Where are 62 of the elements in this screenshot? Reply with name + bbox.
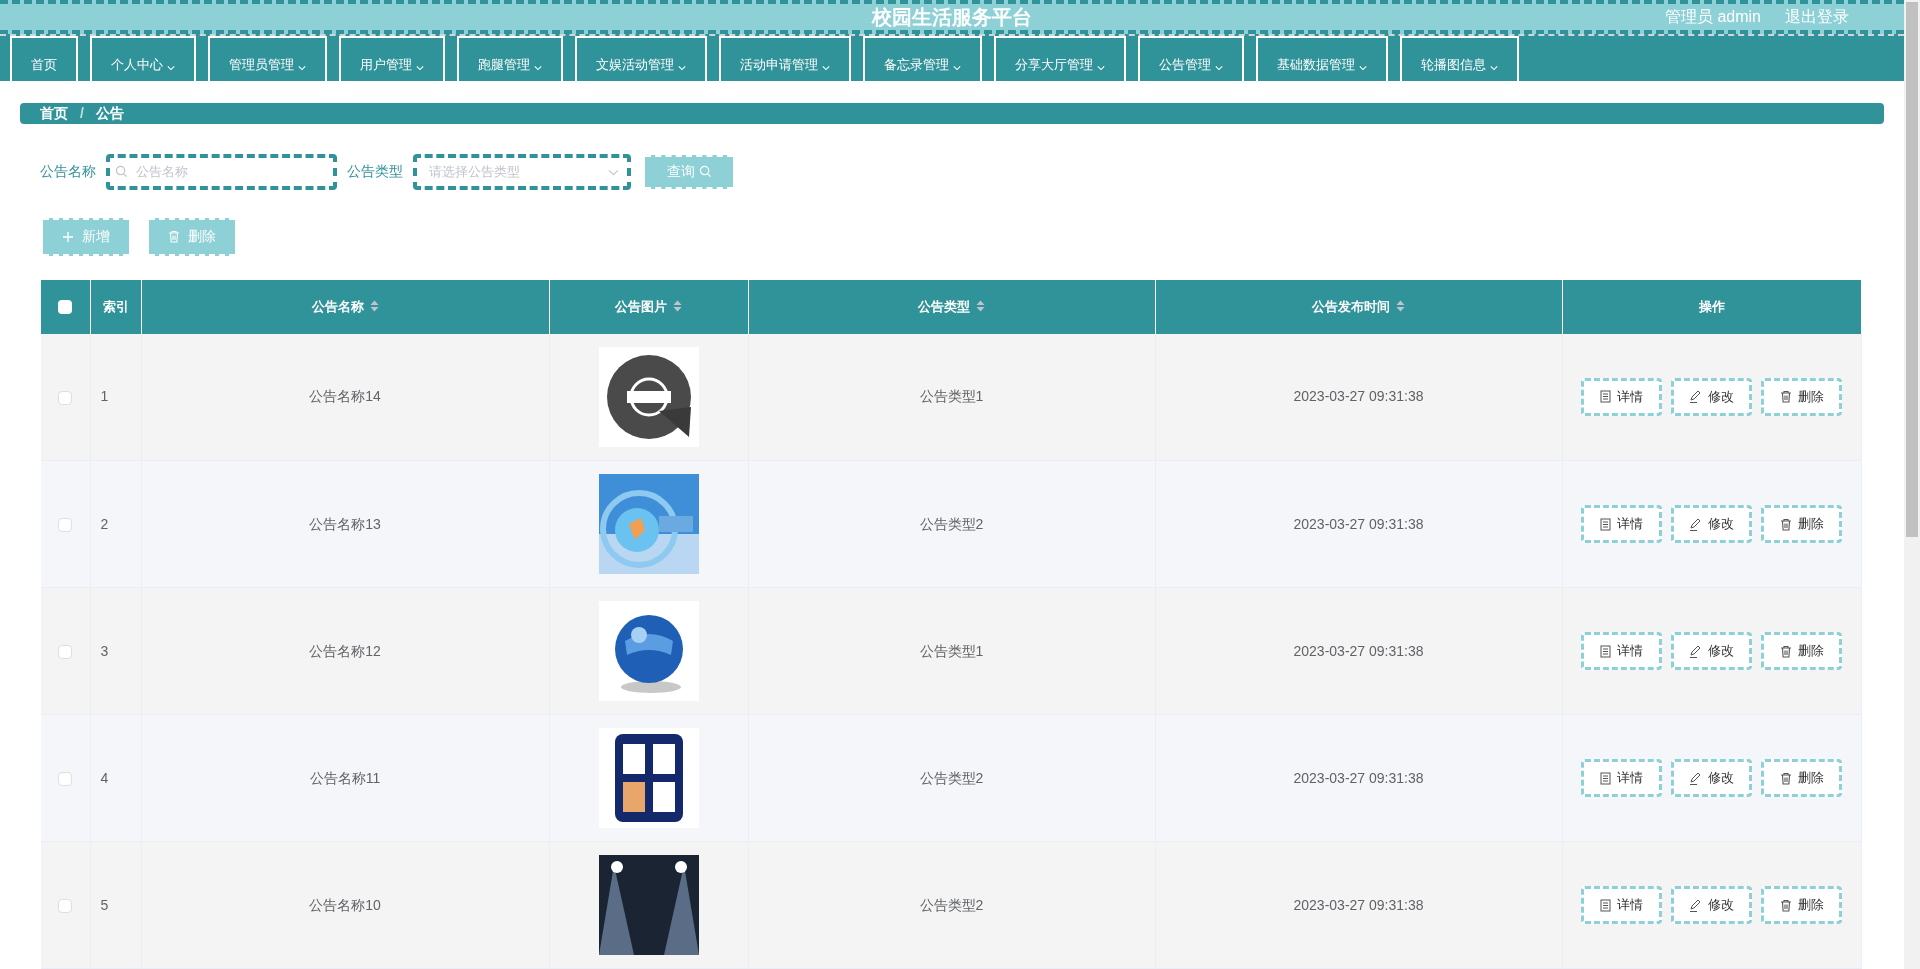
table-cell: 公告类型2 bbox=[748, 714, 1155, 842]
edit-button[interactable]: 修改 bbox=[1671, 759, 1752, 797]
table-cell: 公告名称13 bbox=[141, 460, 549, 588]
edit-button[interactable]: 修改 bbox=[1671, 886, 1752, 924]
nav-tab[interactable]: 基础数据管理 bbox=[1256, 35, 1388, 81]
table-cell: 公告类型1 bbox=[748, 587, 1155, 715]
table-cell: 2023-03-27 09:31:38 bbox=[1155, 333, 1562, 461]
nav-tab[interactable]: 轮播图信息 bbox=[1400, 35, 1519, 81]
nav-tab[interactable]: 管理员管理 bbox=[208, 35, 327, 81]
column-header[interactable]: 公告名称 bbox=[141, 279, 549, 334]
table-cell: 公告类型1 bbox=[748, 333, 1155, 461]
detail-button[interactable]: 详情 bbox=[1581, 377, 1662, 416]
table-cell: 5 bbox=[90, 841, 141, 969]
nav-tab[interactable]: 备忘录管理 bbox=[863, 35, 982, 81]
table-cell: 2023-03-27 09:31:38 bbox=[1155, 841, 1562, 969]
table-cell: 2 bbox=[90, 460, 141, 588]
delete-button[interactable]: 删除 bbox=[1761, 759, 1842, 797]
detail-button[interactable]: 详情 bbox=[1581, 632, 1662, 670]
nav-tab[interactable]: 公告管理 bbox=[1138, 35, 1244, 81]
breadcrumb-separator: / bbox=[80, 103, 84, 123]
site-title: 校园生活服务平台 bbox=[872, 4, 1032, 30]
field-label: 公告类型 bbox=[347, 162, 403, 181]
nav-tab[interactable]: 活动申请管理 bbox=[719, 35, 851, 81]
table-cell: 公告名称12 bbox=[141, 587, 549, 715]
delete-button[interactable]: 删除 bbox=[1761, 632, 1842, 670]
nav-tab[interactable]: 用户管理 bbox=[339, 35, 445, 81]
table-cell: 公告名称11 bbox=[141, 714, 549, 842]
breadcrumb-link[interactable]: 首页 bbox=[40, 102, 68, 124]
edit-button[interactable]: 修改 bbox=[1671, 632, 1752, 670]
delete-button[interactable]: 删除 bbox=[1761, 886, 1842, 924]
column-header[interactable]: 索引 bbox=[90, 279, 141, 334]
admin-user-label: 管理员 admin bbox=[1664, 6, 1761, 27]
column-header[interactable]: 公告类型 bbox=[748, 279, 1155, 334]
field-label: 公告名称 bbox=[40, 162, 96, 181]
table-cell: 4 bbox=[90, 714, 141, 842]
table-cell: 2023-03-27 09:31:38 bbox=[1155, 714, 1562, 842]
detail-button[interactable]: 详情 bbox=[1581, 759, 1662, 797]
edit-button[interactable]: 修改 bbox=[1671, 377, 1752, 416]
detail-button[interactable]: 详情 bbox=[1581, 886, 1662, 924]
table-cell: 2023-03-27 09:31:38 bbox=[1155, 460, 1562, 588]
breadcrumb-link[interactable]: 公告 bbox=[95, 102, 124, 124]
table-cell: 公告类型2 bbox=[748, 841, 1155, 969]
nav-tab[interactable]: 跑腿管理 bbox=[457, 35, 563, 81]
table-cell: 3 bbox=[90, 587, 141, 715]
delete-button[interactable]: 删除 bbox=[1761, 505, 1842, 543]
detail-button[interactable]: 详情 bbox=[1581, 505, 1662, 543]
column-header[interactable]: 操作 bbox=[1562, 279, 1861, 334]
table-cell: 公告名称14 bbox=[141, 333, 549, 461]
nav-tab[interactable]: 首页 bbox=[10, 35, 78, 81]
table-cell: 公告类型2 bbox=[748, 460, 1155, 588]
column-header[interactable]: 公告发布时间 bbox=[1155, 279, 1562, 334]
column-header[interactable]: 公告图片 bbox=[549, 279, 748, 334]
nav-tab[interactable]: 个人中心 bbox=[90, 35, 196, 81]
select-field[interactable]: 请选择公告类型 bbox=[413, 153, 631, 190]
edit-button[interactable]: 修改 bbox=[1671, 505, 1752, 543]
nav-tab[interactable]: 文娱活动管理 bbox=[575, 35, 707, 81]
table-cell: 1 bbox=[90, 333, 141, 461]
table-cell: 公告名称10 bbox=[141, 841, 549, 969]
table-cell: 2023-03-27 09:31:38 bbox=[1155, 587, 1562, 715]
nav-tab[interactable]: 分享大厅管理 bbox=[994, 35, 1126, 81]
delete-button[interactable]: 删除 bbox=[1761, 377, 1842, 416]
search-field[interactable]: 公告名称 bbox=[106, 153, 337, 190]
